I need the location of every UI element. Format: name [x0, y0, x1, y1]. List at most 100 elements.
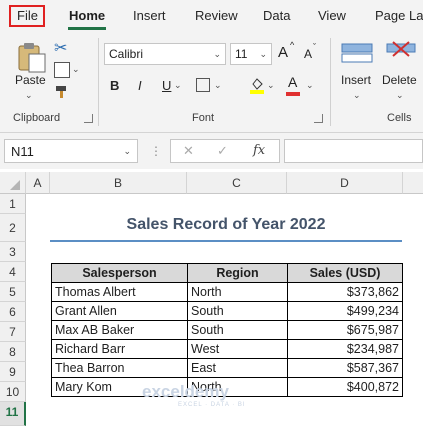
- delete-cells-icon[interactable]: [385, 40, 417, 66]
- name-box-value: N11: [11, 144, 34, 159]
- cancel-icon[interactable]: ✕: [183, 143, 194, 159]
- paste-label: Paste: [15, 73, 46, 87]
- menu-insert[interactable]: Insert: [133, 8, 166, 23]
- menu-page-layout[interactable]: Page La: [375, 8, 423, 23]
- menu-view[interactable]: View: [318, 8, 346, 23]
- cell-region[interactable]: West: [187, 339, 288, 359]
- row-header-7[interactable]: 7: [0, 322, 26, 342]
- watermark-tagline: EXCEL · DATA · BI: [178, 402, 246, 408]
- row-header-5[interactable]: 5: [0, 282, 26, 302]
- menu-data[interactable]: Data: [263, 8, 290, 23]
- underline-button[interactable]: U: [162, 78, 171, 93]
- formula-input[interactable]: [284, 139, 423, 163]
- table-row: Grant Allen South $499,234: [51, 301, 403, 321]
- cells-group-label: Cells: [387, 112, 412, 124]
- italic-button[interactable]: I: [138, 78, 142, 93]
- cut-icon[interactable]: ✂: [54, 38, 67, 58]
- increase-font-caret-icon: ^: [290, 40, 295, 50]
- decrease-font-caret-icon: ˇ: [313, 42, 316, 52]
- table-row: Thea Barron East $587,367: [51, 358, 403, 378]
- font-color-button[interactable]: A: [288, 74, 297, 90]
- sheet-title[interactable]: Sales Record of Year 2022: [50, 216, 402, 234]
- select-all-corner[interactable]: [0, 172, 26, 194]
- column-header-c[interactable]: C: [187, 172, 287, 194]
- row-header-11-selected[interactable]: 11: [0, 402, 26, 426]
- fill-color-icon[interactable]: [250, 76, 264, 94]
- cell-salesperson[interactable]: Richard Barr: [51, 339, 188, 359]
- insert-cells-label[interactable]: Insert: [341, 73, 371, 87]
- font-size-chevron-icon: ⌄: [259, 49, 267, 59]
- cell-salesperson[interactable]: Grant Allen: [51, 301, 188, 321]
- column-header-d[interactable]: D: [287, 172, 403, 194]
- copy-icon[interactable]: [54, 62, 70, 78]
- cell-region[interactable]: North: [187, 282, 288, 302]
- cell-sales[interactable]: $499,234: [287, 301, 403, 321]
- enter-icon[interactable]: ✓: [217, 143, 228, 159]
- decrease-font-size-button[interactable]: A: [304, 47, 312, 61]
- cell-salesperson[interactable]: Thomas Albert: [51, 282, 188, 302]
- row-header-2[interactable]: 2: [0, 214, 26, 242]
- cell-sales[interactable]: $587,367: [287, 358, 403, 378]
- insert-cells-chevron-icon[interactable]: ⌄: [353, 90, 361, 101]
- font-name-value: Calibri: [109, 47, 144, 61]
- menu-review[interactable]: Review: [195, 8, 238, 23]
- column-header-next[interactable]: [403, 172, 423, 194]
- font-size-value: 11: [235, 47, 248, 61]
- font-size-combo[interactable]: 11 ⌄: [230, 43, 272, 65]
- cell-region[interactable]: South: [187, 301, 288, 321]
- header-region[interactable]: Region: [187, 263, 288, 283]
- cell-salesperson[interactable]: Thea Barron: [51, 358, 188, 378]
- header-salesperson[interactable]: Salesperson: [51, 263, 188, 283]
- cell-sales[interactable]: $675,987: [287, 320, 403, 340]
- font-launcher-icon[interactable]: [314, 114, 323, 123]
- home-tab-underline: [68, 27, 106, 30]
- name-box[interactable]: N11 ⌄: [4, 139, 138, 163]
- formula-buttons: ✕ ✓ fx: [170, 139, 280, 163]
- font-name-chevron-icon: ⌄: [213, 49, 221, 59]
- cell-sales[interactable]: $400,872: [287, 377, 403, 397]
- formula-bar-options-icon[interactable]: ⋮: [150, 144, 162, 158]
- cell-region[interactable]: South: [187, 320, 288, 340]
- paste-button[interactable]: [14, 40, 48, 74]
- delete-cells-chevron-icon[interactable]: ⌄: [396, 90, 404, 101]
- table-header-row: Salesperson Region Sales (USD): [51, 263, 403, 283]
- row-header-4[interactable]: 4: [0, 262, 26, 282]
- cell-sales[interactable]: $373,862: [287, 282, 403, 302]
- row-header-8[interactable]: 8: [0, 342, 26, 362]
- font-name-combo[interactable]: Calibri ⌄: [104, 43, 226, 65]
- row-header-3[interactable]: 3: [0, 242, 26, 262]
- delete-cells-label[interactable]: Delete: [382, 73, 417, 87]
- row-header-1[interactable]: 1: [0, 194, 26, 214]
- font-color-chevron-icon[interactable]: ⌄: [306, 80, 314, 91]
- underline-dropdown-chevron-icon[interactable]: ⌄: [174, 80, 182, 91]
- table-row: Thomas Albert North $373,862: [51, 282, 403, 302]
- insert-function-button[interactable]: fx: [253, 143, 265, 158]
- select-all-triangle-icon: [10, 180, 20, 190]
- name-box-chevron-icon: ⌄: [123, 146, 131, 156]
- column-header-b[interactable]: B: [50, 172, 187, 194]
- row-header-10[interactable]: 10: [0, 382, 26, 402]
- borders-dropdown-chevron-icon[interactable]: ⌄: [214, 80, 222, 91]
- bold-button[interactable]: B: [110, 78, 119, 93]
- cell-salesperson[interactable]: Max AB Baker: [51, 320, 188, 340]
- column-header-a[interactable]: A: [26, 172, 50, 194]
- sales-table: Salesperson Region Sales (USD) Thomas Al…: [51, 263, 403, 397]
- header-sales[interactable]: Sales (USD): [287, 263, 403, 283]
- borders-icon[interactable]: [196, 78, 210, 92]
- fill-color-chevron-icon[interactable]: ⌄: [267, 80, 275, 91]
- ribbon-divider: [98, 38, 99, 126]
- insert-cells-icon[interactable]: [340, 40, 374, 66]
- cell-region[interactable]: East: [187, 358, 288, 378]
- format-painter-icon[interactable]: [54, 85, 68, 98]
- row-header-9[interactable]: 9: [0, 362, 26, 382]
- increase-font-size-button[interactable]: A: [278, 44, 288, 61]
- ribbon-divider: [330, 38, 331, 126]
- clipboard-group-label: Clipboard: [13, 112, 61, 124]
- menu-home[interactable]: Home: [69, 8, 105, 23]
- row-header-6[interactable]: 6: [0, 302, 26, 322]
- clipboard-launcher-icon[interactable]: [84, 114, 93, 123]
- paste-dropdown-chevron-icon[interactable]: ⌄: [25, 90, 33, 101]
- cell-sales[interactable]: $234,987: [287, 339, 403, 359]
- copy-dropdown-chevron-icon[interactable]: ⌄: [72, 64, 80, 75]
- menu-file[interactable]: File: [17, 8, 38, 23]
